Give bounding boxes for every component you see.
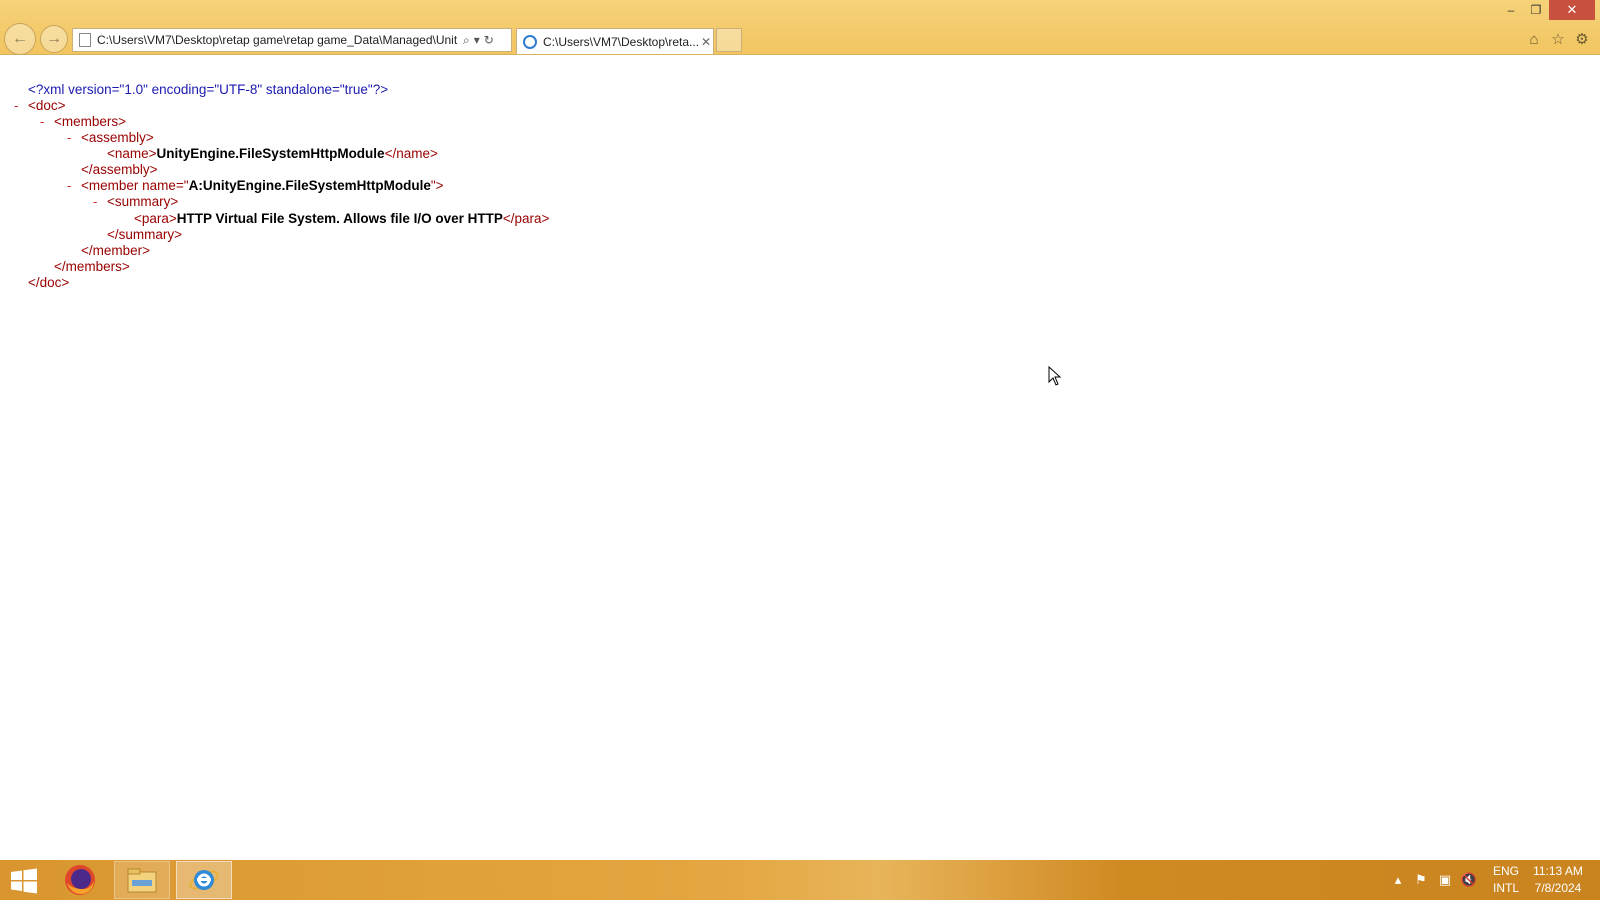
tag-members-open: <members> [54,114,127,129]
windows-start-icon[interactable] [10,868,38,894]
input-language-indicator[interactable]: ENG INTL [1490,863,1522,897]
taskbar-file-explorer[interactable] [114,861,170,899]
tag-summary-close: </summary> [107,227,183,242]
minimize-button[interactable]: – [1499,0,1523,20]
volume-muted-icon[interactable]: 🔇 [1461,872,1477,888]
home-icon[interactable]: ⌂ [1524,29,1544,49]
tag-assembly-close: </assembly> [81,162,158,177]
tag-members-close: </members> [54,259,130,274]
address-dropdown-icon[interactable]: ▾ [474,33,480,47]
clock-time: 11:13 AM [1533,864,1583,878]
tag-para-close: </para> [502,211,550,226]
maximize-button[interactable]: ❐ [1524,0,1548,20]
tag-summary-open: <summary> [107,194,179,209]
ie-tab-icon [523,34,537,49]
xml-declaration: <?xml version="1.0" encoding="UTF-8" sta… [28,82,389,97]
taskbar-firefox[interactable] [52,861,108,899]
firefox-icon [65,865,95,895]
folder-icon [127,868,157,893]
forward-button[interactable]: → [40,25,68,53]
xml-viewer: <?xml version="1.0" encoding="UTF-8" sta… [0,55,1600,859]
tag-name-close: </name> [384,146,438,161]
member-name-value: A:UnityEngine.FileSystemHttpModule [188,178,431,193]
internet-explorer-icon [189,870,219,890]
tag-doc-open: <doc> [28,98,66,113]
tag-para-open: <para> [134,211,177,226]
forward-arrow-icon: → [46,30,62,47]
toggle-doc[interactable]: - [14,98,18,114]
browser-chrome: – ❐ ✕ ← → C:\Users\VM7\Desktop\retap gam… [0,0,1600,55]
name-element-line: <name>UnityEngine.FileSystemHttpModule</… [107,146,438,162]
search-icon[interactable]: ⌕ [463,33,470,48]
tag-assembly-open: <assembly> [81,130,154,145]
address-url[interactable]: C:\Users\VM7\Desktop\retap game\retap ga… [97,33,459,47]
tag-doc-close: </doc> [28,275,70,290]
toggle-assembly[interactable]: - [67,130,71,146]
show-hidden-icons-arrow-icon[interactable]: ▴ [1390,872,1406,888]
address-bar[interactable]: C:\Users\VM7\Desktop\retap game\retap ga… [72,28,512,52]
system-clock[interactable]: 11:13 AM 7/8/2024 [1526,863,1590,897]
taskbar: ▴ ⚑ ▣ 🔇 ENG INTL 11:13 AM 7/8/2024 [0,860,1600,900]
refresh-icon[interactable]: ↻ [484,33,494,47]
language-layout: INTL [1492,881,1519,895]
toggle-member[interactable]: - [67,178,71,194]
tab-close-icon[interactable]: ✕ [701,35,711,49]
taskbar-internet-explorer[interactable] [176,861,232,899]
member-open-line: <member name="A:UnityEngine.FileSystemHt… [81,178,444,194]
tag-name-open: <name> [107,146,157,161]
back-button[interactable]: ← [4,23,36,55]
new-tab-button[interactable] [716,28,742,52]
para-text: HTTP Virtual File System. Allows file I/… [176,211,503,226]
toggle-members[interactable]: - [40,114,44,130]
gear-icon[interactable]: ⚙ [1572,29,1592,49]
language-code: ENG [1492,864,1519,878]
favorites-star-icon[interactable]: ☆ [1548,29,1568,49]
tag-member-open-start: <member name=" [81,178,189,193]
page-icon [79,33,91,47]
network-icon[interactable]: ▣ [1437,872,1453,888]
para-element-line: <para>HTTP Virtual File System. Allows f… [134,211,549,227]
toggle-summary[interactable]: - [93,194,97,210]
tag-member-open-end: "> [430,178,444,193]
clock-date: 7/8/2024 [1534,881,1582,895]
close-window-button[interactable]: ✕ [1549,0,1595,20]
tab-active[interactable]: C:\Users\VM7\Desktop\reta... ✕ [516,28,714,54]
tab-title: C:\Users\VM7\Desktop\reta... [543,34,699,49]
mouse-cursor-icon [1048,366,1062,386]
action-center-flag-icon[interactable]: ⚑ [1413,872,1429,888]
back-arrow-icon: ← [12,30,28,47]
name-text: UnityEngine.FileSystemHttpModule [156,146,385,161]
tag-member-close: </member> [81,243,151,258]
